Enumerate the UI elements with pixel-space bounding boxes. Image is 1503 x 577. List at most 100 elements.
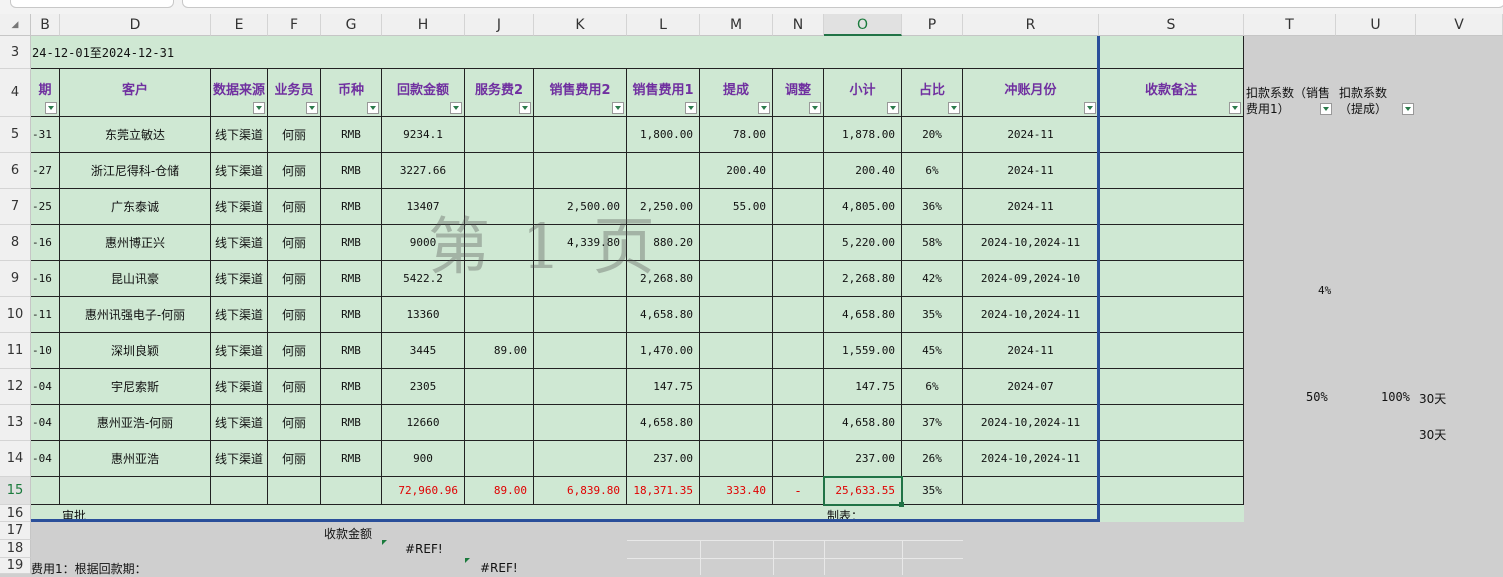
table-cell-adjust[interactable]	[773, 117, 824, 153]
row-header-11[interactable]: 11	[0, 333, 31, 369]
filter-dropdown-icon[interactable]	[809, 102, 821, 114]
side-u12-value[interactable]: 100%	[1381, 390, 1410, 404]
table-cell-month[interactable]: 2024-11	[963, 117, 1099, 153]
table-cell-month[interactable]: 2024-09,2024-10	[963, 261, 1099, 297]
total-commission[interactable]: 333.40	[700, 477, 773, 505]
table-cell-fee2[interactable]: 89.00	[465, 333, 534, 369]
table-cell-subtotal[interactable]: 2,268.80	[824, 261, 902, 297]
row-header-5[interactable]: 5	[0, 117, 31, 153]
table-cell-sales[interactable]: 何丽	[268, 117, 321, 153]
header-subtotal[interactable]: 小计	[824, 69, 902, 117]
table-cell-commission[interactable]: 55.00	[700, 189, 773, 225]
ref-error-1[interactable]: #REF!	[405, 542, 443, 556]
table-cell-commission[interactable]	[700, 441, 773, 477]
total-fee2[interactable]: 89.00	[465, 477, 534, 505]
filter-dropdown-icon[interactable]	[887, 102, 899, 114]
table-cell-currency[interactable]: RMB	[321, 261, 382, 297]
col-header-v[interactable]: V	[1416, 14, 1503, 36]
table-cell-sales[interactable]: 何丽	[268, 405, 321, 441]
table-cell-commission[interactable]: 78.00	[700, 117, 773, 153]
table-cell-customer[interactable]: 昆山讯豪	[60, 261, 211, 297]
table-cell-currency[interactable]: RMB	[321, 297, 382, 333]
table-cell-month[interactable]: 2024-10,2024-11	[963, 441, 1099, 477]
side-t12-value[interactable]: 50%	[1306, 390, 1328, 404]
table-cell-source[interactable]: 线下渠道	[211, 153, 268, 189]
table-cell-remark[interactable]	[1099, 297, 1244, 333]
table-cell-commission[interactable]: 200.40	[700, 153, 773, 189]
coef2-filter[interactable]	[1402, 103, 1414, 115]
table-cell-date[interactable]: -27	[31, 153, 60, 189]
table-cell-subtotal[interactable]: 4,658.80	[824, 405, 902, 441]
filter-dropdown-icon[interactable]	[253, 102, 265, 114]
name-box[interactable]	[10, 0, 174, 8]
table-cell-commission[interactable]	[700, 261, 773, 297]
col-header-k[interactable]: K	[534, 14, 627, 36]
table-cell-adjust[interactable]	[773, 189, 824, 225]
header-sales[interactable]: 业务员	[268, 69, 321, 117]
filter-dropdown-icon[interactable]	[367, 102, 379, 114]
header-sales-fee1[interactable]: 销售费用1	[627, 69, 700, 117]
table-cell-month[interactable]: 2024-11	[963, 189, 1099, 225]
total-cell-customer[interactable]	[60, 477, 211, 505]
total-cell-date[interactable]	[31, 477, 60, 505]
table-cell-sales-fee2[interactable]	[534, 297, 627, 333]
table-cell-sales-fee1[interactable]: 1,800.00	[627, 117, 700, 153]
coef1-filter[interactable]	[1320, 103, 1332, 115]
filter-dropdown-icon[interactable]	[685, 102, 697, 114]
col-header-t[interactable]: T	[1244, 14, 1336, 36]
header-remark[interactable]: 收款备注	[1099, 69, 1244, 117]
col-header-l[interactable]: L	[627, 14, 700, 36]
header-currency[interactable]: 币种	[321, 69, 382, 117]
table-cell-month[interactable]: 2024-10,2024-11	[963, 225, 1099, 261]
table-cell-month[interactable]: 2024-10,2024-11	[963, 405, 1099, 441]
header-payment[interactable]: 回款金额	[382, 69, 465, 117]
header-commission[interactable]: 提成	[700, 69, 773, 117]
col-header-u[interactable]: U	[1336, 14, 1416, 36]
col-header-j[interactable]: J	[465, 14, 534, 36]
table-cell-sales-fee1[interactable]: 237.00	[627, 441, 700, 477]
table-cell-source[interactable]: 线下渠道	[211, 333, 268, 369]
table-cell-source[interactable]: 线下渠道	[211, 297, 268, 333]
table-cell-sales-fee2[interactable]	[534, 405, 627, 441]
row-header-8[interactable]: 8	[0, 225, 31, 261]
side-t9-value[interactable]: 4%	[1318, 284, 1331, 297]
table-cell-sales-fee1[interactable]: 4,658.80	[627, 405, 700, 441]
table-cell-customer[interactable]: 宇尼索斯	[60, 369, 211, 405]
table-cell-remark[interactable]	[1099, 117, 1244, 153]
col-header-s[interactable]: S	[1099, 14, 1244, 36]
table-cell-adjust[interactable]	[773, 441, 824, 477]
table-cell-customer[interactable]: 惠州亚浩	[60, 441, 211, 477]
row-header-13[interactable]: 13	[0, 405, 31, 441]
table-cell-source[interactable]: 线下渠道	[211, 369, 268, 405]
total-cell-sales[interactable]	[268, 477, 321, 505]
table-cell-payment[interactable]: 13360	[382, 297, 465, 333]
table-cell-date[interactable]: -16	[31, 225, 60, 261]
table-cell-subtotal[interactable]: 147.75	[824, 369, 902, 405]
col-header-h[interactable]: H	[382, 14, 465, 36]
table-cell-currency[interactable]: RMB	[321, 405, 382, 441]
filter-dropdown-icon[interactable]	[519, 102, 531, 114]
table-cell-ratio[interactable]: 37%	[902, 405, 963, 441]
col-header-g[interactable]: G	[321, 14, 382, 36]
table-cell-remark[interactable]	[1099, 369, 1244, 405]
table-cell-sales-fee2[interactable]	[534, 441, 627, 477]
table-cell-payment[interactable]: 3227.66	[382, 153, 465, 189]
table-cell-fee2[interactable]	[465, 405, 534, 441]
total-sales-fee2[interactable]: 6,839.80	[534, 477, 627, 505]
table-cell-remark[interactable]	[1099, 333, 1244, 369]
table-cell-subtotal[interactable]: 4,805.00	[824, 189, 902, 225]
col-header-n[interactable]: N	[773, 14, 824, 36]
row-header-14[interactable]: 14	[0, 441, 31, 477]
side-v12-value[interactable]: 30天	[1419, 390, 1446, 407]
table-cell-source[interactable]: 线下渠道	[211, 441, 268, 477]
table-cell-source[interactable]: 线下渠道	[211, 261, 268, 297]
table-cell-currency[interactable]: RMB	[321, 333, 382, 369]
table-cell-source[interactable]: 线下渠道	[211, 117, 268, 153]
table-cell-ratio[interactable]: 6%	[902, 369, 963, 405]
fill-handle[interactable]	[899, 502, 904, 507]
side-v13-value[interactable]: 30天	[1419, 426, 1446, 443]
col-header-p[interactable]: P	[902, 14, 963, 36]
table-cell-payment[interactable]: 900	[382, 441, 465, 477]
table-cell-sales-fee2[interactable]	[534, 117, 627, 153]
table-cell-currency[interactable]: RMB	[321, 225, 382, 261]
